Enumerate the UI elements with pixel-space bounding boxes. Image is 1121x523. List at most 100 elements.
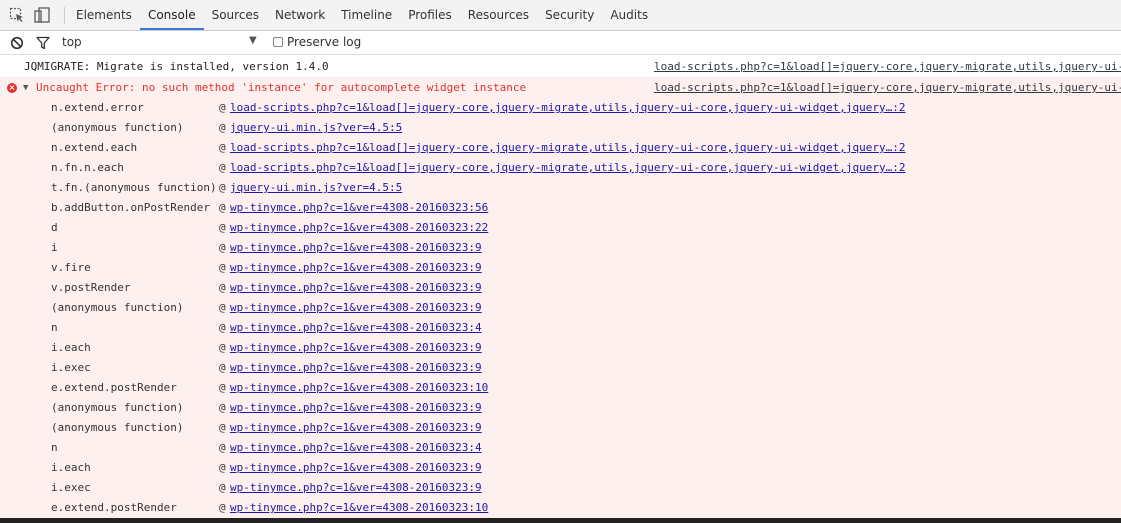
stack-frame-function: n.fn.n.each <box>51 161 124 174</box>
stack-frame-function: d <box>51 221 58 234</box>
at-symbol: @ <box>219 341 226 354</box>
stack-frame-function: e.extend.postRender <box>51 501 177 514</box>
log-source-link[interactable]: load-scripts.php?c=1&load[]=jquery-core,… <box>654 56 1121 77</box>
stack-frame: (anonymous function) @ wp-tinymce.php?c=1&… <box>0 398 1121 418</box>
stack-frame-link[interactable]: load-scripts.php?c=1&load[]=jquery-core,… <box>230 98 906 118</box>
console-error-message: × ▼ Uncaught Error: no such method 'inst… <box>0 78 1121 523</box>
at-symbol: @ <box>219 141 226 154</box>
error-source-link[interactable]: load-scripts.php?c=1&load[]=jquery-core,… <box>654 78 1121 98</box>
at-symbol: @ <box>219 241 226 254</box>
panel-tabs: Elements Console Sources Network Timeline Pro… <box>68 0 656 30</box>
stack-frame-function: n <box>51 321 58 334</box>
tab-network[interactable]: Network <box>267 0 333 30</box>
tab-elements[interactable]: Elements <box>68 0 140 30</box>
context-selector[interactable]: top <box>62 35 82 49</box>
at-symbol: @ <box>219 121 226 134</box>
error-icon: × <box>7 83 17 93</box>
stack-frame-link[interactable]: load-scripts.php?c=1&load[]=jquery-core,… <box>230 138 906 158</box>
stack-frame-link[interactable]: wp-tinymce.php?c=1&ver=4308-20160323:9 <box>230 478 482 498</box>
stack-frame-link[interactable]: wp-tinymce.php?c=1&ver=4308-20160323:9 <box>230 238 482 258</box>
stack-frame-link[interactable]: jquery-ui.min.js?ver=4.5:5 <box>230 118 402 138</box>
inspect-element-icon[interactable] <box>9 7 25 23</box>
stack-frame-function: (anonymous function) <box>51 421 184 434</box>
stack-frame-link[interactable]: wp-tinymce.php?c=1&ver=4308-20160323:9 <box>230 458 482 478</box>
at-symbol: @ <box>219 161 226 174</box>
stack-frame: i.each @ wp-tinymce.php?c=1&ver=4308-20160… <box>0 458 1121 478</box>
stack-frame: (anonymous function) @ wp-tinymce.php?c=1&… <box>0 298 1121 318</box>
at-symbol: @ <box>219 441 226 454</box>
stack-frame-function: v.postRender <box>51 281 131 294</box>
stack-frame-link[interactable]: wp-tinymce.php?c=1&ver=4308-20160323:10 <box>230 378 488 398</box>
stack-frame-link[interactable]: wp-tinymce.php?c=1&ver=4308-20160323:22 <box>230 218 488 238</box>
stack-frame-link[interactable]: wp-tinymce.php?c=1&ver=4308-20160323:10 <box>230 498 488 518</box>
at-symbol: @ <box>219 501 226 514</box>
stack-frame: e.extend.postRender @ wp-tinymce.php?c=1&v… <box>0 378 1121 398</box>
stack-frame: v.fire @ wp-tinymce.php?c=1&ver=4308-20160… <box>0 258 1121 278</box>
at-symbol: @ <box>219 361 226 374</box>
tab-profiles[interactable]: Profiles <box>400 0 460 30</box>
error-header[interactable]: × ▼ Uncaught Error: no such method 'inst… <box>0 78 1121 98</box>
stack-frame-function: n.extend.each <box>51 141 138 154</box>
toolbar-divider <box>64 7 65 24</box>
clear-console-icon[interactable] <box>10 35 24 50</box>
stack-frame-link[interactable]: wp-tinymce.php?c=1&ver=4308-20160323:9 <box>230 418 482 438</box>
console-output[interactable]: JQMIGRATE: Migrate is installed, version… <box>0 56 1121 523</box>
stack-frame: i @ wp-tinymce.php?c=1&ver=4308-20160323:9 <box>0 238 1121 258</box>
stack-frame-link[interactable]: load-scripts.php?c=1&load[]=jquery-core,… <box>230 158 906 178</box>
at-symbol: @ <box>219 101 226 114</box>
stack-frame-function: v.fire <box>51 261 91 274</box>
stack-frame-function: (anonymous function) <box>51 121 184 134</box>
at-symbol: @ <box>219 461 226 474</box>
preserve-log-checkbox[interactable] <box>273 37 283 47</box>
stack-frame: n.extend.error @ load-scripts.php?c=1&load… <box>0 98 1121 118</box>
stack-frame-link[interactable]: wp-tinymce.php?c=1&ver=4308-20160323:9 <box>230 358 482 378</box>
stack-frame-function: t.fn.(anonymous function) <box>51 181 217 194</box>
stack-frame: t.fn.(anonymous function) @ jquery-ui.min.… <box>0 178 1121 198</box>
stack-frame: i.each @ wp-tinymce.php?c=1&ver=4308-20160… <box>0 338 1121 358</box>
stack-frame-function: i.each <box>51 341 91 354</box>
at-symbol: @ <box>219 181 226 194</box>
stack-trace: n.extend.error @ load-scripts.php?c=1&load… <box>0 98 1121 518</box>
devtools-toolbar: Elements Console Sources Network Timeline Pro… <box>0 0 1121 31</box>
stack-frame-link[interactable]: wp-tinymce.php?c=1&ver=4308-20160323:9 <box>230 338 482 358</box>
at-symbol: @ <box>219 281 226 294</box>
stack-frame-link[interactable]: wp-tinymce.php?c=1&ver=4308-20160323:9 <box>230 398 482 418</box>
log-message-text: JQMIGRATE: Migrate is installed, version… <box>24 60 329 73</box>
stack-frame-link[interactable]: wp-tinymce.php?c=1&ver=4308-20160323:56 <box>230 198 488 218</box>
device-mode-icon[interactable] <box>34 7 50 23</box>
stack-frame-link[interactable]: wp-tinymce.php?c=1&ver=4308-20160323:4 <box>230 318 482 338</box>
stack-frame-function: i.exec <box>51 361 91 374</box>
at-symbol: @ <box>219 201 226 214</box>
stack-frame-link[interactable]: wp-tinymce.php?c=1&ver=4308-20160323:9 <box>230 298 482 318</box>
tab-timeline[interactable]: Timeline <box>333 0 400 30</box>
stack-frame: e.extend.postRender @ wp-tinymce.php?c=1&v… <box>0 498 1121 518</box>
stack-frame: d @ wp-tinymce.php?c=1&ver=4308-20160323:2… <box>0 218 1121 238</box>
stack-frame-function: (anonymous function) <box>51 401 184 414</box>
stack-frame: i.exec @ wp-tinymce.php?c=1&ver=4308-20160… <box>0 358 1121 378</box>
stack-frame-link[interactable]: wp-tinymce.php?c=1&ver=4308-20160323:9 <box>230 258 482 278</box>
stack-frame-function: i.exec <box>51 481 91 494</box>
tab-console[interactable]: Console <box>139 0 204 30</box>
filter-icon[interactable] <box>36 35 50 50</box>
window-bottom-edge <box>0 518 1121 523</box>
stack-frame: b.addButton.onPostRender @ wp-tinymce.php?… <box>0 198 1121 218</box>
dropdown-arrow-icon[interactable]: ▼ <box>249 35 257 46</box>
tab-security[interactable]: Security <box>537 0 602 30</box>
stack-frame-link[interactable]: jquery-ui.min.js?ver=4.5:5 <box>230 178 402 198</box>
stack-frame-link[interactable]: wp-tinymce.php?c=1&ver=4308-20160323:4 <box>230 438 482 458</box>
at-symbol: @ <box>219 481 226 494</box>
stack-frame: i.exec @ wp-tinymce.php?c=1&ver=4308-20160… <box>0 478 1121 498</box>
tab-sources[interactable]: Sources <box>204 0 267 30</box>
tab-resources[interactable]: Resources <box>460 0 537 30</box>
preserve-log-label[interactable]: Preserve log <box>287 35 361 49</box>
stack-frame-function: e.extend.postRender <box>51 381 177 394</box>
stack-frame: n.fn.n.each @ load-scripts.php?c=1&load[]=… <box>0 158 1121 178</box>
stack-frame-link[interactable]: wp-tinymce.php?c=1&ver=4308-20160323:9 <box>230 278 482 298</box>
stack-frame-function: n <box>51 441 58 454</box>
expand-triangle-icon[interactable]: ▼ <box>23 78 28 98</box>
at-symbol: @ <box>219 421 226 434</box>
at-symbol: @ <box>219 321 226 334</box>
tab-audits[interactable]: Audits <box>602 0 656 30</box>
stack-frame-function: n.extend.error <box>51 101 144 114</box>
at-symbol: @ <box>219 381 226 394</box>
